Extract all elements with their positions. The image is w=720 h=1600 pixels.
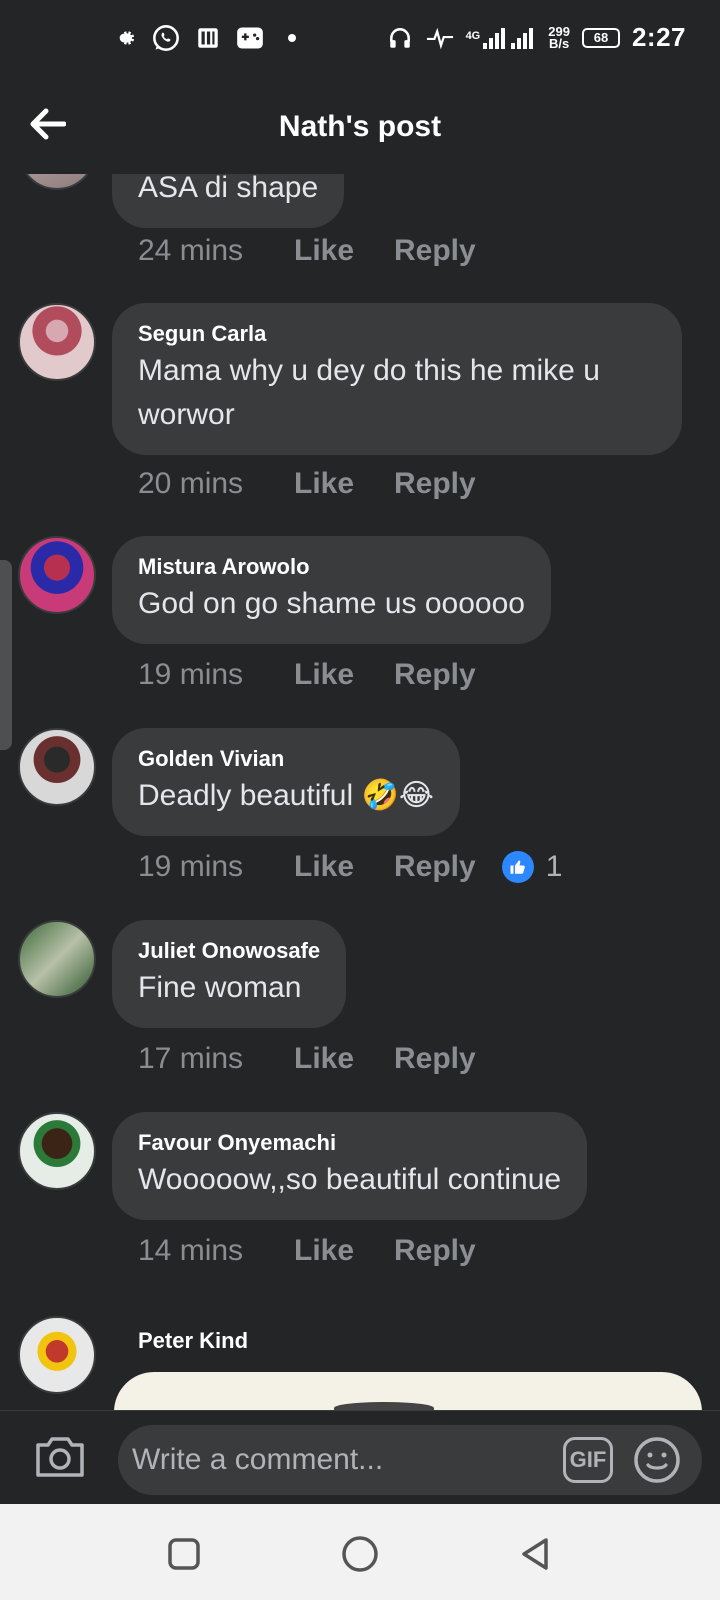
like-button[interactable]: Like [294,1042,394,1076]
comment-actions: 20 mins Like Reply [138,467,476,501]
activity-icon [426,24,454,52]
signal-icon: 4G [466,26,537,50]
avatar[interactable] [18,1112,96,1190]
comment-time: 14 mins [138,1234,244,1267]
status-bar: 4G 299 B/s 68 2:27 [0,0,720,82]
like-button[interactable]: Like [294,467,394,501]
comment-actions: 24 mins Like Reply [138,234,476,268]
comment-text: ASA di shape [138,174,319,204]
comment-time: 17 mins [138,1042,244,1075]
comment-image[interactable] [114,1372,702,1410]
home-button[interactable] [340,1534,380,1574]
network-speed: 299 B/s [548,23,570,51]
gamepad-icon [236,24,264,52]
comment-author[interactable]: Favour Onyemachi [138,1128,561,1158]
avatar[interactable] [18,174,96,190]
smiley-icon [634,1437,680,1483]
comment-bubble[interactable]: ASA di shape [112,174,345,228]
network-type: 4G [465,29,481,42]
reaction-count: 1 [545,850,563,883]
like-button[interactable]: Like [294,658,394,692]
clock: 2:27 [631,22,686,52]
reply-button[interactable]: Reply [394,1042,476,1076]
status-system-icons: 4G 299 B/s 68 2:27 [386,22,686,53]
reply-button[interactable]: Reply [394,850,476,884]
thumbs-up-icon [501,851,534,883]
back-nav-button[interactable] [516,1534,556,1574]
comment-actions: 14 mins Like Reply [138,1234,476,1268]
comment-actions: 19 mins Like Reply [138,658,476,692]
battery-icon: 68 [581,27,620,48]
comment-bubble[interactable]: Segun Carla Mama why u dey do this he mi… [112,303,682,455]
reaction-summary[interactable]: 1 [501,850,563,884]
avatar[interactable] [18,303,96,381]
comment-time: 19 mins [138,850,244,883]
circle-icon [342,1536,378,1572]
page-title: Nath's post [278,110,442,143]
avatar[interactable] [18,728,96,806]
comment-author[interactable]: Golden Vivian [138,744,434,774]
reply-button[interactable]: Reply [394,658,476,692]
comment-time: 20 mins [138,467,244,500]
comment-author[interactable]: Juliet Onowosafe [138,936,320,966]
comment-text: Deadly beautiful 🤣😂 [138,779,434,812]
gear-icon [110,24,138,52]
comment-author[interactable]: Peter Kind [138,1326,248,1356]
comment-text: Fine woman [138,971,302,1004]
comment-author[interactable]: Segun Carla [138,319,656,349]
comment-author[interactable]: Mistura Arowolo [138,552,525,582]
app-header: Nath's post [0,82,720,174]
like-button[interactable]: Like [294,1234,394,1268]
reply-button[interactable]: Reply [394,1234,476,1268]
comment-bubble[interactable]: Favour Onyemachi Wooooow,,so beautiful c… [112,1112,588,1220]
gif-button[interactable]: GIF [563,1437,613,1483]
reply-button[interactable]: Reply [394,467,476,501]
comment-bubble[interactable]: Juliet Onowosafe Fine woman [112,920,347,1028]
system-navigation-bar [0,1504,720,1600]
comment-composer: GIF [0,1410,720,1504]
comment-actions: 17 mins Like Reply [138,1042,476,1076]
like-button[interactable]: Like [294,850,394,884]
comment-bubble[interactable]: Mistura Arowolo God on go shame us ooooo… [112,536,551,644]
emoji-button[interactable] [632,1435,682,1485]
status-notification-icons [110,24,306,52]
like-button[interactable]: Like [294,234,394,268]
comment-actions: 19 mins Like Reply 1 [138,850,562,884]
comment-text: Mama why u dey do this he mike u worwor [138,354,600,431]
recents-button[interactable] [164,1534,204,1574]
avatar[interactable] [18,536,96,614]
triangle-back-icon [522,1538,548,1570]
dot-icon [278,24,306,52]
camera-icon [36,1437,84,1477]
headphones-icon [386,24,414,52]
reply-button[interactable]: Reply [394,234,476,268]
comment-text: God on go shame us oooooo [138,587,525,620]
camera-button[interactable] [34,1433,86,1481]
scrollbar[interactable] [0,560,12,750]
avatar[interactable] [18,1316,96,1394]
comment-time: 24 mins [138,234,244,267]
avatar[interactable] [18,920,96,998]
comment-input[interactable] [118,1425,702,1495]
comments-list[interactable]: ASA di shape 24 mins Like Reply Segun Ca… [0,174,720,1410]
comment-text: Wooooow,,so beautiful continue [138,1163,562,1196]
comment-time: 19 mins [138,658,244,691]
square-icon [168,1538,200,1570]
comment-bubble[interactable]: Golden Vivian Deadly beautiful 🤣😂 [112,728,460,836]
whatsapp-icon [152,24,180,52]
sim-icon [194,24,222,52]
